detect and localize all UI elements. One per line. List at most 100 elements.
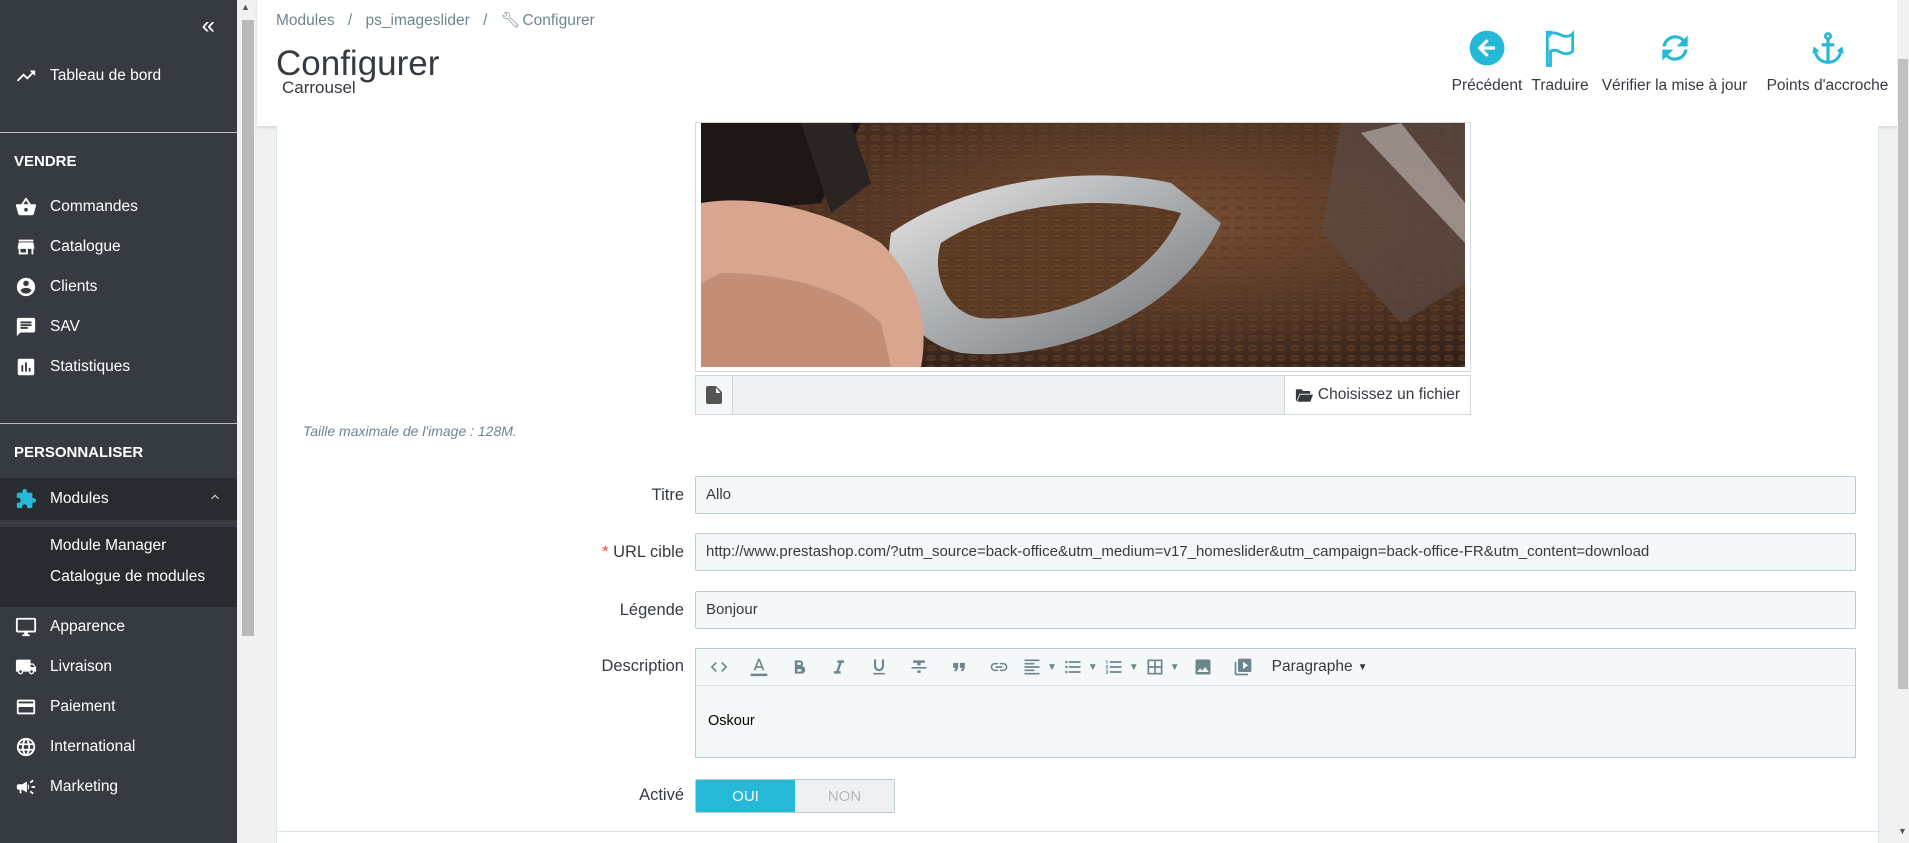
sidebar-item-label: Apparence bbox=[50, 618, 125, 635]
sidebar-item-label: Marketing bbox=[50, 778, 119, 795]
section-title-customize: PERSONNALISER bbox=[14, 444, 144, 461]
sidebar-scrollbar[interactable]: ▲ bbox=[237, 0, 257, 843]
check-update-button[interactable]: Vérifier la mise à jour bbox=[1592, 28, 1757, 95]
file-icon bbox=[696, 376, 733, 414]
trending-up-icon bbox=[14, 64, 38, 88]
chevron-up-icon bbox=[207, 489, 223, 510]
sidebar: « Tableau de bord VENDRE Commandes Catal… bbox=[0, 0, 237, 843]
breadcrumb-modules[interactable]: Modules bbox=[276, 12, 335, 29]
table-icon[interactable]: ▼ bbox=[1145, 652, 1180, 682]
sidebar-item-sav[interactable]: SAV bbox=[0, 307, 237, 347]
numbered-list-icon[interactable]: ▼ bbox=[1104, 652, 1139, 682]
choose-file-button[interactable]: Choisissez un fichier bbox=[1284, 376, 1470, 414]
sidebar-item-orders[interactable]: Commandes bbox=[0, 187, 237, 227]
refresh-icon bbox=[1592, 28, 1757, 68]
legend-input[interactable]: Bonjour bbox=[695, 591, 1856, 629]
toggle-yes[interactable]: OUI bbox=[696, 780, 795, 812]
sidebar-item-payment[interactable]: Paiement bbox=[0, 687, 237, 727]
puzzle-icon bbox=[14, 487, 38, 511]
slide-image-coffee bbox=[701, 123, 1465, 367]
underline-icon[interactable] bbox=[862, 652, 896, 682]
sidebar-item-shipping[interactable]: Livraison bbox=[0, 647, 237, 687]
active-label: Activé bbox=[639, 786, 684, 804]
video-icon[interactable] bbox=[1226, 652, 1260, 682]
sidebar-item-label: Commandes bbox=[50, 198, 138, 215]
hooks-button[interactable]: Points d'accroche bbox=[1760, 28, 1895, 95]
active-toggle[interactable]: OUI NON bbox=[695, 779, 895, 813]
description-content[interactable]: Oskour bbox=[696, 686, 1855, 756]
link-icon[interactable] bbox=[982, 652, 1016, 682]
breadcrumb-current: Configurer bbox=[522, 12, 595, 29]
section-title-sell: VENDRE bbox=[14, 153, 77, 170]
scroll-up-arrow-icon[interactable]: ▲ bbox=[241, 2, 250, 12]
breadcrumb: Modules / ps_imageslider / 🔧︎ Configurer bbox=[276, 11, 604, 30]
image-icon[interactable] bbox=[1186, 652, 1220, 682]
sidebar-item-stats[interactable]: Statistiques bbox=[0, 347, 237, 387]
sidebar-item-label: SAV bbox=[50, 318, 80, 335]
required-asterisk: * bbox=[602, 543, 609, 561]
sidebar-item-modules[interactable]: Modules bbox=[0, 478, 237, 520]
text-color-icon[interactable] bbox=[742, 652, 776, 682]
sidebar-item-international[interactable]: International bbox=[0, 727, 237, 767]
page-header: Modules / ps_imageslider / 🔧︎ Configurer … bbox=[257, 0, 1897, 126]
sidebar-item-label: Livraison bbox=[50, 658, 113, 675]
check-update-button-label: Vérifier la mise à jour bbox=[1601, 77, 1748, 94]
submenu-item-module-catalog[interactable]: Catalogue de modules bbox=[50, 568, 205, 586]
sidebar-item-marketing[interactable]: Marketing bbox=[0, 767, 237, 807]
submenu-item-module-manager[interactable]: Module Manager bbox=[50, 537, 166, 555]
bullet-list-icon[interactable]: ▼ bbox=[1063, 652, 1098, 682]
sidebar-item-label: International bbox=[50, 738, 136, 755]
title-label: Titre bbox=[651, 486, 684, 504]
sidebar-item-label: Clients bbox=[50, 278, 98, 295]
chat-icon bbox=[14, 315, 38, 339]
sidebar-divider bbox=[0, 132, 237, 133]
sidebar-item-label: Statistiques bbox=[50, 358, 131, 375]
strikethrough-icon[interactable] bbox=[902, 652, 936, 682]
italic-icon[interactable] bbox=[822, 652, 856, 682]
sidebar-item-dashboard[interactable]: Tableau de bord bbox=[0, 56, 237, 96]
globe-icon bbox=[14, 735, 38, 759]
description-editor: ▼ ▼ ▼ ▼ Paragraphe ▼ Oskour bbox=[695, 648, 1856, 758]
breadcrumb-module[interactable]: ps_imageslider bbox=[366, 12, 470, 29]
hooks-button-label: Points d'accroche bbox=[1766, 77, 1889, 94]
title-input[interactable]: Allo bbox=[695, 476, 1856, 514]
page-scrollbar[interactable]: ▼ bbox=[1897, 0, 1909, 843]
truck-icon bbox=[14, 655, 38, 679]
code-icon[interactable] bbox=[702, 652, 736, 682]
collapse-sidebar-icon[interactable]: « bbox=[202, 14, 215, 38]
toggle-no[interactable]: NON bbox=[795, 780, 894, 812]
account-icon bbox=[14, 275, 38, 299]
scrollbar-thumb[interactable] bbox=[1898, 59, 1908, 689]
breadcrumb-separator: / bbox=[347, 12, 353, 29]
scrollbar-thumb[interactable] bbox=[242, 20, 254, 636]
scroll-down-arrow-icon[interactable]: ▼ bbox=[1898, 826, 1907, 836]
megaphone-icon bbox=[14, 775, 38, 799]
bar-chart-icon bbox=[14, 355, 38, 379]
paragraph-label: Paragraphe bbox=[1271, 658, 1353, 675]
credit-card-icon bbox=[14, 695, 38, 719]
page-subtitle: Carrousel bbox=[282, 78, 356, 97]
align-left-icon[interactable]: ▼ bbox=[1022, 652, 1057, 682]
basket-icon bbox=[14, 195, 38, 219]
sidebar-item-label: Tableau de bord bbox=[50, 67, 162, 84]
bold-icon[interactable] bbox=[782, 652, 816, 682]
url-label-text: URL cible bbox=[613, 543, 684, 561]
sidebar-item-label: Catalogue bbox=[50, 238, 121, 255]
quote-icon[interactable] bbox=[942, 652, 976, 682]
sidebar-item-catalog[interactable]: Catalogue bbox=[0, 227, 237, 267]
sidebar-item-appearance[interactable]: Apparence bbox=[0, 607, 237, 647]
url-label: * URL cible bbox=[602, 543, 684, 562]
sidebar-item-label: Paiement bbox=[50, 698, 116, 715]
legend-label: Légende bbox=[619, 601, 684, 619]
image-size-help: Taille maximale de l'image : 128M. bbox=[303, 423, 517, 439]
url-input[interactable]: http://www.prestashop.com/?utm_source=ba… bbox=[695, 533, 1856, 571]
modules-submenu: Module Manager Catalogue de modules bbox=[0, 527, 237, 607]
paragraph-dropdown[interactable]: Paragraphe ▼ bbox=[1272, 652, 1368, 682]
choose-file-label: Choisissez un fichier bbox=[1317, 386, 1461, 403]
wrench-icon: 🔧︎ bbox=[500, 12, 521, 29]
editor-toolbar: ▼ ▼ ▼ ▼ Paragraphe ▼ bbox=[696, 649, 1855, 686]
anchor-icon bbox=[1760, 28, 1895, 68]
file-name-field[interactable] bbox=[733, 376, 1284, 414]
monitor-icon bbox=[14, 615, 38, 639]
sidebar-item-customers[interactable]: Clients bbox=[0, 267, 237, 307]
